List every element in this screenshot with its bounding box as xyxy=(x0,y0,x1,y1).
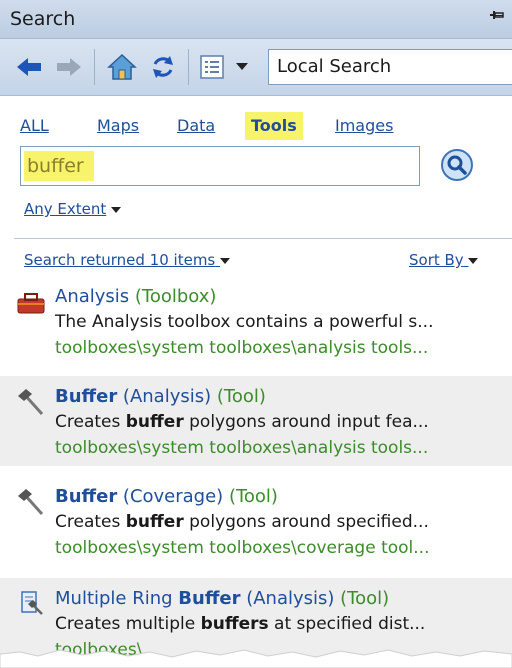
tab-tools[interactable]: Tools xyxy=(245,112,303,140)
result-type: (Tool) xyxy=(223,486,278,507)
title-bar: Search xyxy=(0,0,512,39)
result-name: Buffer xyxy=(55,386,118,407)
toolbar-separator xyxy=(94,49,95,85)
results-header: Search returned 10 items Sort By xyxy=(0,248,512,274)
result-name: Buffer xyxy=(55,486,118,507)
result-name: Analysis xyxy=(55,286,130,307)
window-title: Search xyxy=(10,8,76,30)
result-name-qualifier: (Analysis) xyxy=(117,386,212,407)
details-view-icon xyxy=(200,55,224,79)
result-description: Creates buffer polygons around input fea… xyxy=(55,412,429,432)
sort-by-dropdown[interactable]: Sort By xyxy=(409,251,479,269)
search-button[interactable] xyxy=(440,148,474,186)
refresh-icon xyxy=(153,56,173,78)
hammer-icon xyxy=(16,388,46,420)
chevron-down-icon xyxy=(236,63,248,70)
extent-label: Any Extent xyxy=(24,200,107,218)
chevron-down-icon xyxy=(468,258,479,264)
section-divider xyxy=(14,238,512,239)
view-dropdown[interactable] xyxy=(232,51,252,83)
back-button[interactable] xyxy=(12,51,46,83)
result-path: toolboxes\system toolboxes\analysis tool… xyxy=(55,438,429,458)
result-description: Creates buffer polygons around specified… xyxy=(55,512,429,532)
chevron-down-icon xyxy=(220,258,231,264)
script-tool-icon xyxy=(16,588,46,620)
location-combo[interactable]: Local Search xyxy=(268,49,512,85)
forward-button[interactable] xyxy=(52,51,86,83)
toolbar-separator xyxy=(188,49,189,85)
toolbox-icon xyxy=(16,290,46,320)
search-input[interactable] xyxy=(20,146,420,186)
refresh-button[interactable] xyxy=(146,51,180,83)
home-button[interactable] xyxy=(104,51,140,83)
home-icon xyxy=(107,53,137,80)
view-button[interactable] xyxy=(196,51,228,83)
tab-all[interactable]: ALL xyxy=(20,116,49,135)
result-type: (Toolbox) xyxy=(129,286,217,307)
tab-images[interactable]: Images xyxy=(335,116,393,135)
back-arrow-icon xyxy=(17,58,41,76)
result-type: (Tool) xyxy=(334,588,390,609)
result-name-qualifier: (Analysis) xyxy=(240,588,335,609)
result-description: The Analysis toolbox contains a powerful… xyxy=(55,312,434,332)
pin-icon[interactable] xyxy=(488,8,506,28)
results-count-label: Search returned 10 items xyxy=(24,251,216,269)
forward-arrow-icon xyxy=(57,58,81,76)
chevron-down-icon xyxy=(111,207,122,213)
result-path: toolboxes\system toolboxes\analysis tool… xyxy=(55,338,429,358)
result-path: toolboxes\system toolboxes\coverage tool… xyxy=(55,538,430,558)
hammer-icon xyxy=(16,488,46,520)
search-toolbar: Local Search xyxy=(0,39,512,96)
result-item[interactable]: Buffer (Coverage) (Tool) Creates buffer … xyxy=(0,476,512,566)
result-name-qualifier: (Coverage) xyxy=(117,486,224,507)
result-name-bold: Buffer xyxy=(178,588,241,609)
extent-dropdown[interactable]: Any Extent xyxy=(24,200,122,218)
category-tabs: ALL Maps Data Tools Images xyxy=(0,112,512,144)
result-description: Creates multiple buffers at specified di… xyxy=(55,614,426,634)
result-name: Multiple Ring xyxy=(55,588,179,609)
results-count-dropdown[interactable]: Search returned 10 items xyxy=(24,251,231,269)
search-icon xyxy=(441,149,473,181)
result-item[interactable]: Analysis (Toolbox) The Analysis toolbox … xyxy=(0,286,512,366)
result-item[interactable]: Buffer (Analysis) (Tool) Creates buffer … xyxy=(0,376,512,466)
sort-by-label: Sort By xyxy=(409,251,464,269)
tab-maps[interactable]: Maps xyxy=(97,116,139,135)
result-type: (Tool) xyxy=(211,386,266,407)
tab-data[interactable]: Data xyxy=(177,116,215,135)
torn-edge-decoration xyxy=(0,649,512,668)
